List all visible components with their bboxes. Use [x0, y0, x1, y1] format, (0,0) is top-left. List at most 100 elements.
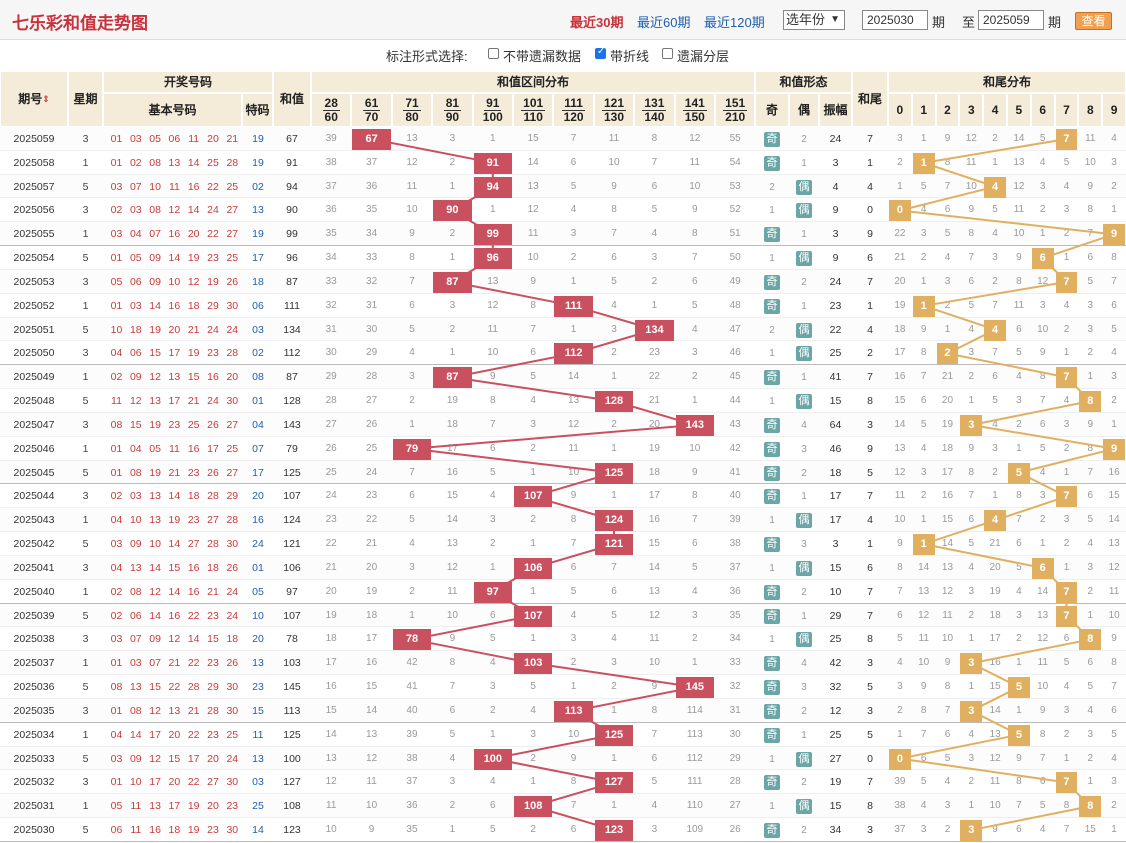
omit-cell: 32 [366, 275, 378, 287]
number-ball: 09 [129, 538, 142, 551]
range-30-link[interactable]: 最近30期 [570, 12, 623, 31]
range-low: 111 [562, 95, 585, 111]
layer-checkbox[interactable] [662, 48, 673, 59]
omit-cell: 5 [409, 323, 415, 335]
odd-tag: 奇 [764, 417, 780, 433]
tail-hit-box: 4 [984, 510, 1006, 532]
tail-omit-cell: 2 [944, 824, 951, 836]
number-ball: 07 [149, 228, 161, 241]
tail-omit-cell: 5 [1039, 442, 1046, 454]
number-ball: 03 [110, 538, 123, 551]
tail-col-6: 6 [1030, 93, 1055, 127]
omit-cell: 10 [406, 204, 418, 216]
tail-omit-cell: 4 [1111, 347, 1117, 359]
tail-omit-cell: 1 [968, 681, 975, 693]
tail-omit-cell: 1 [968, 800, 975, 812]
omit-cell: 13 [366, 728, 378, 740]
sum-cell: 87 [286, 371, 298, 384]
omit-cell: 32 [729, 681, 741, 693]
tail-hit-box: 1 [912, 295, 935, 317]
number-ball: 01 [110, 252, 123, 265]
omit-cell: 3 [530, 728, 536, 740]
tail-omit-cell: 1 [920, 133, 927, 144]
line-checkbox[interactable]: ✓ [595, 46, 606, 59]
even-omit: 2 [801, 705, 807, 717]
tail-omit-cell: 5 [920, 418, 927, 430]
special-number: 13 [252, 204, 264, 217]
tail-omit-cell: 7 [1016, 514, 1022, 526]
number-ball: 10 [129, 514, 142, 527]
range-120-link[interactable]: 最近120期 [704, 12, 765, 31]
tail-omit-cell: 4 [944, 252, 951, 264]
number-ball: 23 [187, 514, 200, 527]
range-60-link[interactable]: 最近60期 [637, 12, 690, 31]
special-number: 16 [252, 514, 264, 527]
week-cell: 1 [82, 156, 89, 169]
tail-omit-cell: 9 [944, 657, 951, 669]
header-dist: 和值区间分布 [311, 71, 755, 93]
number-ball: 03 [129, 299, 142, 312]
tail-col-0: 0 [888, 93, 912, 127]
sum-hit-box: 124 [594, 510, 634, 532]
table-row: 2025041 3 04 13 14 15 16 18 26 01 106 21 20 3 12 1 106 6 7… [0, 555, 1126, 580]
omit-cell: 6 [651, 180, 658, 192]
omit-cell: 49 [729, 275, 741, 287]
range-col-9: 141 150 [674, 93, 715, 127]
number-ball: 22 [187, 776, 200, 789]
omit-cell: 11 [447, 585, 458, 597]
number-ball: 04 [110, 514, 123, 527]
omit-cell: 1 [611, 800, 617, 812]
even-cell: 1 [789, 365, 819, 389]
number-ball: 30 [226, 538, 239, 551]
year-select[interactable]: 选年份 ▼ [783, 10, 845, 30]
omit-cell: 27 [729, 800, 741, 812]
number-ball: 21 [168, 657, 181, 670]
number-ball: 02 [129, 156, 142, 169]
omit-cell: 1 [611, 704, 617, 716]
number-ball: 04 [110, 347, 123, 360]
omit-cell: 43 [729, 418, 741, 430]
query-button[interactable]: 查看 [1075, 12, 1112, 30]
omit-cell: 10 [608, 156, 620, 168]
no-omit-checkbox[interactable] [488, 48, 499, 59]
tail-omit-cell: 10 [941, 633, 954, 645]
omit-cell: 4 [692, 585, 698, 597]
omit-cell: 4 [651, 800, 658, 812]
even-omit: 2 [801, 467, 807, 479]
tail-cell: 4 [867, 514, 873, 527]
from-issue-input[interactable]: 2025030 [862, 10, 928, 30]
header-issue[interactable]: 期号 ⇕ [0, 71, 68, 127]
tail-hit-box: 0 [889, 200, 911, 222]
omit-cell: 47 [729, 323, 741, 335]
tail-hit-box: 5 [1008, 677, 1030, 699]
tail-omit-cell: 6 [920, 752, 927, 764]
tail-omit-cell: 4 [1087, 538, 1094, 550]
omit-cell: 8 [570, 514, 577, 526]
omit-cell: 2 [449, 228, 456, 240]
issue-cell: 2025046 [13, 442, 55, 455]
range-col-1: 61 70 [351, 93, 392, 127]
number-ball: 18 [226, 633, 239, 646]
number-ball: 01 [110, 442, 123, 455]
omit-cell: 3 [449, 776, 456, 788]
even-cell: 偶 [789, 246, 819, 270]
tail-omit-cell: 3 [968, 347, 975, 359]
options-bar: 标注形式选择: 不带遗漏数据 ✓ 带折线 遗漏分层 [0, 45, 1126, 65]
tail-omit-cell: 6 [968, 514, 975, 526]
tail-omit-cell: 11 [918, 633, 929, 645]
even-omit: 2 [801, 586, 807, 598]
omit-cell: 11 [568, 442, 579, 454]
tail-omit-cell: 3 [968, 752, 975, 764]
tail-omit-cell: 14 [1037, 585, 1049, 597]
even-omit: 1 [801, 491, 807, 503]
omit-cell: 4 [449, 752, 456, 764]
number-ball: 03 [129, 490, 142, 503]
omit-cell: 26 [366, 418, 378, 430]
issue-cell: 2025047 [13, 418, 55, 431]
omit-cell: 2 [490, 704, 496, 716]
tail-omit-cell: 5 [1016, 561, 1022, 573]
week-cell: 3 [82, 418, 89, 431]
to-issue-input[interactable]: 2025059 [978, 10, 1044, 30]
omit-cell: 41 [729, 466, 741, 478]
number-ball: 29 [207, 299, 219, 312]
